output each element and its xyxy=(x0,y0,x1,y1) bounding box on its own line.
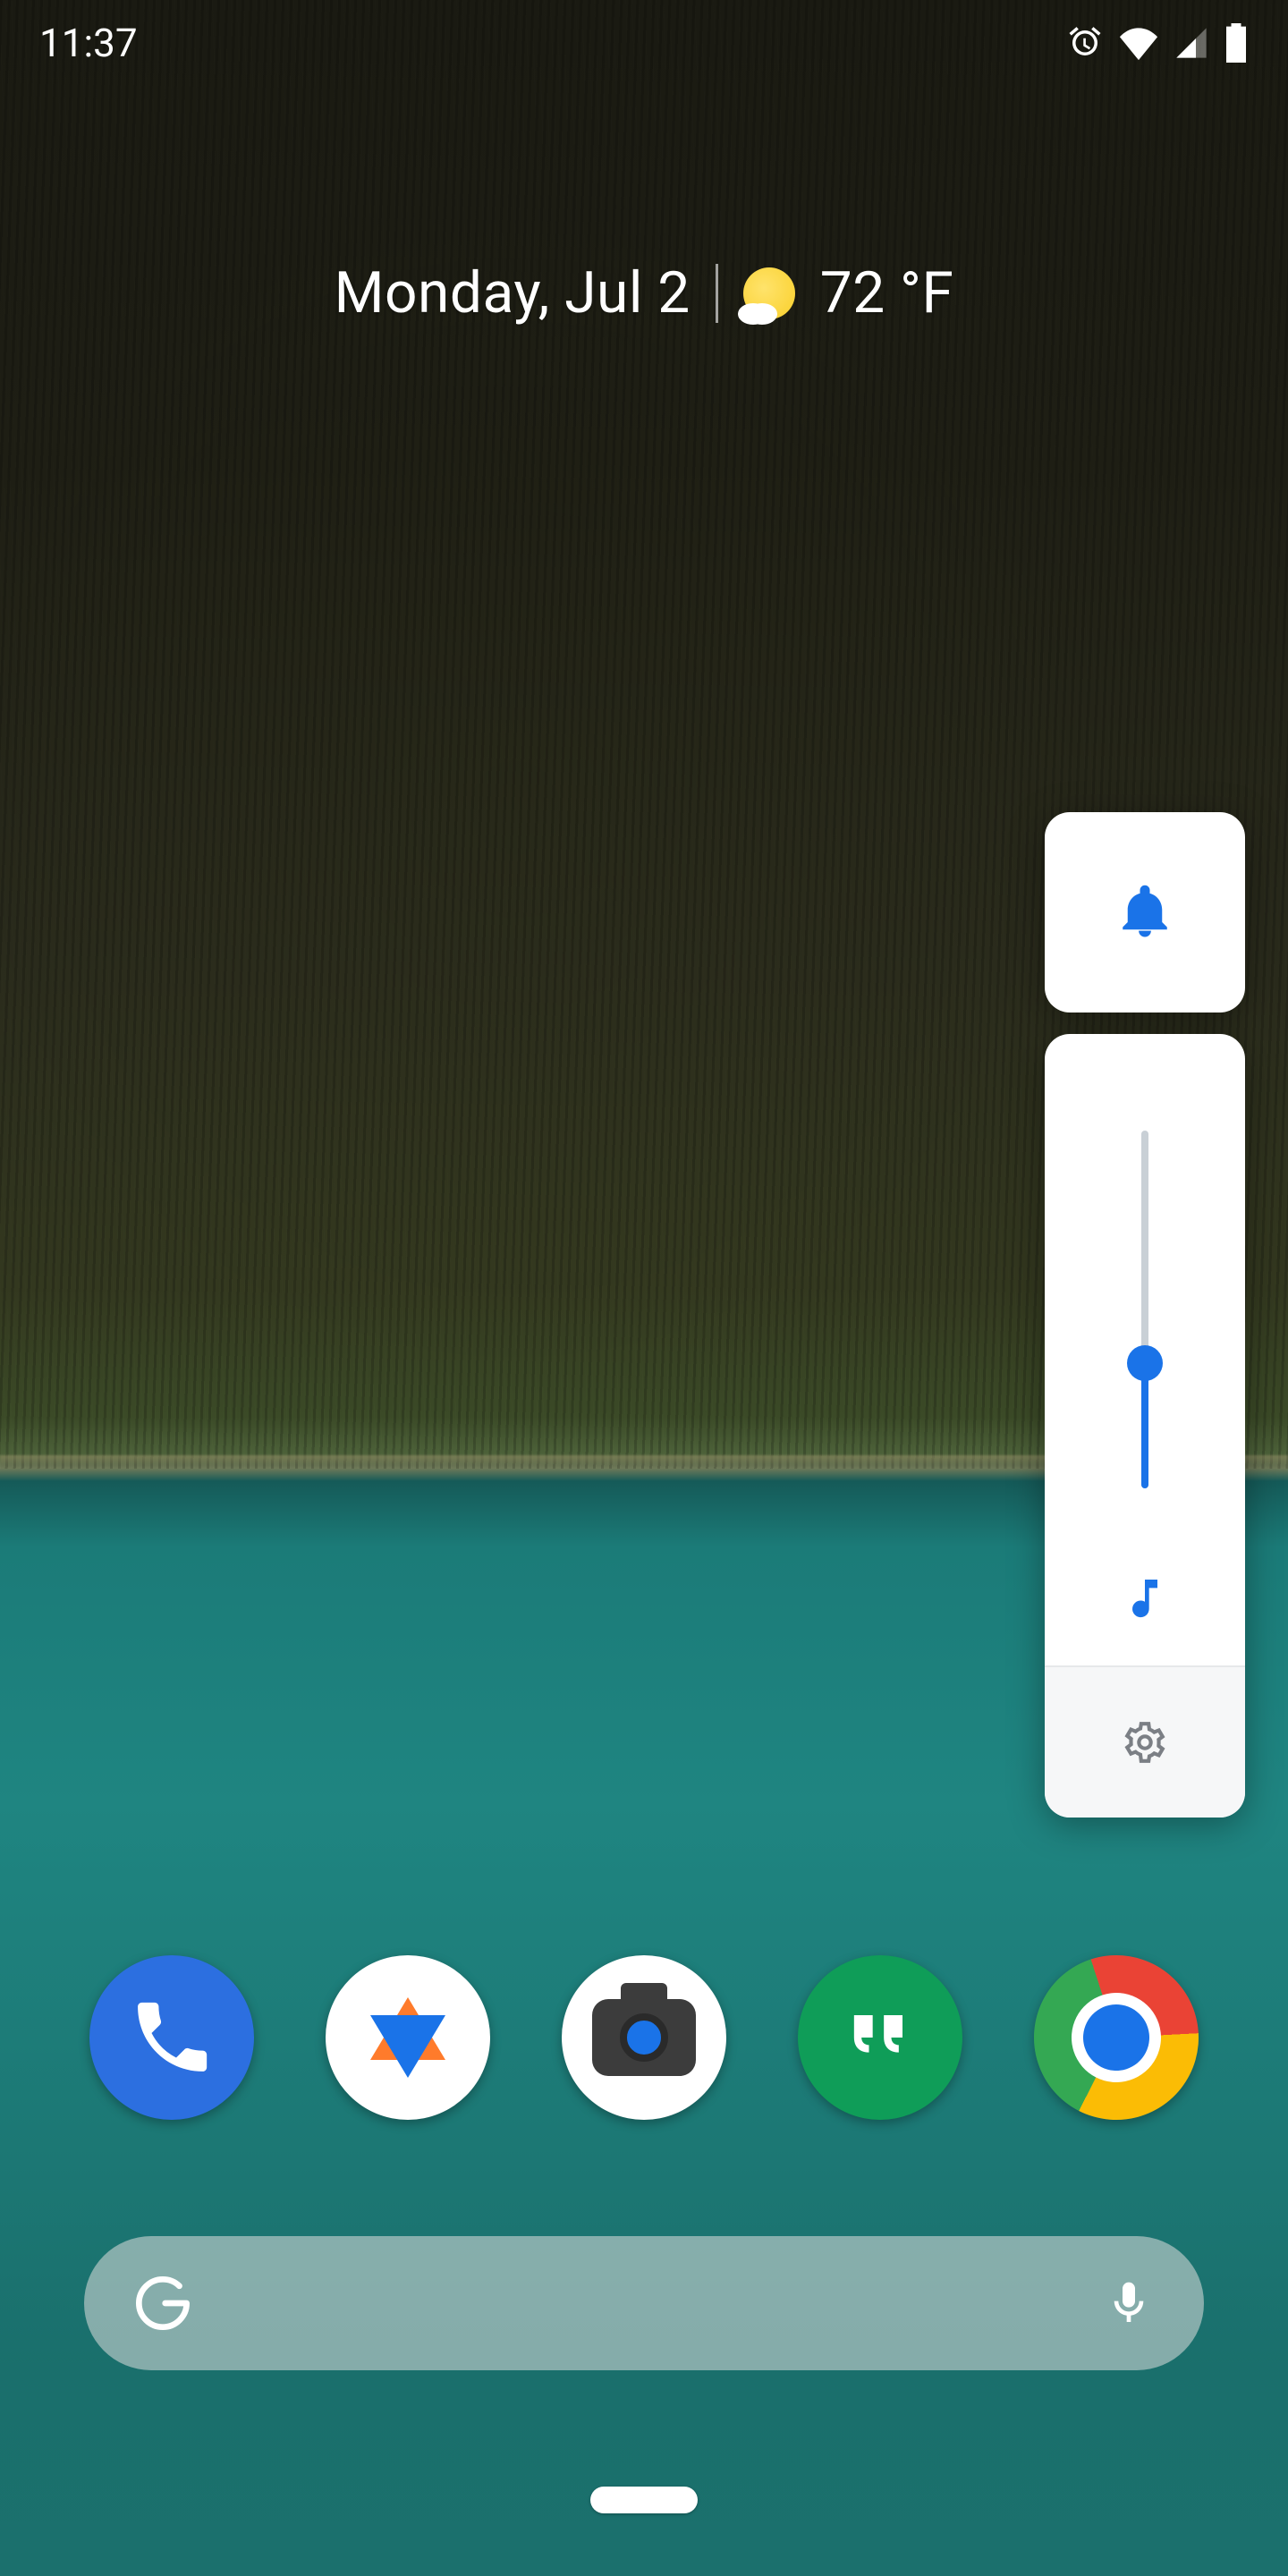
status-time: 11:37 xyxy=(39,20,138,66)
at-a-glance-widget[interactable]: Monday, Jul 2 72 °F xyxy=(0,259,1288,326)
at-a-glance-date: Monday, Jul 2 xyxy=(335,259,691,326)
google-search-bar[interactable] xyxy=(84,2236,1204,2370)
volume-output-toggle[interactable] xyxy=(1045,1531,1245,1665)
google-g-icon xyxy=(134,2275,191,2332)
battery-icon xyxy=(1224,23,1249,63)
at-a-glance-temperature: 72 °F xyxy=(820,259,954,326)
hangouts-app[interactable] xyxy=(798,1955,962,2120)
volume-panel xyxy=(1045,812,1245,1818)
alarm-icon xyxy=(1066,24,1104,62)
music-note-icon xyxy=(1120,1573,1170,1623)
volume-slider-fill xyxy=(1141,1363,1148,1488)
ring-mode-toggle[interactable] xyxy=(1045,812,1245,1013)
weather-icon xyxy=(743,267,795,319)
camera-app[interactable] xyxy=(562,1955,726,2120)
volume-slider[interactable] xyxy=(1141,1131,1148,1488)
at-a-glance-separator xyxy=(716,264,718,323)
phone-app[interactable] xyxy=(89,1955,254,2120)
ifttt-app[interactable] xyxy=(326,1955,490,2120)
cellular-signal-icon xyxy=(1174,25,1209,61)
mic-icon[interactable] xyxy=(1104,2278,1154,2328)
volume-slider-thumb[interactable] xyxy=(1127,1345,1163,1381)
ifttt-icon xyxy=(368,1997,448,2078)
chrome-icon xyxy=(1013,1934,1220,2141)
camera-icon xyxy=(592,1999,696,2076)
gesture-nav-handle[interactable] xyxy=(590,2487,698,2513)
volume-settings-button[interactable] xyxy=(1045,1665,1245,1818)
status-bar: 11:37 xyxy=(0,0,1288,86)
bell-icon xyxy=(1115,883,1174,942)
dock xyxy=(0,1955,1288,2120)
volume-slider-card xyxy=(1045,1034,1245,1818)
hangouts-icon xyxy=(835,1993,925,2082)
phone-icon xyxy=(127,1993,216,2082)
chrome-app[interactable] xyxy=(1034,1955,1199,2120)
wifi-icon xyxy=(1118,25,1159,61)
gear-icon xyxy=(1123,1720,1167,1765)
